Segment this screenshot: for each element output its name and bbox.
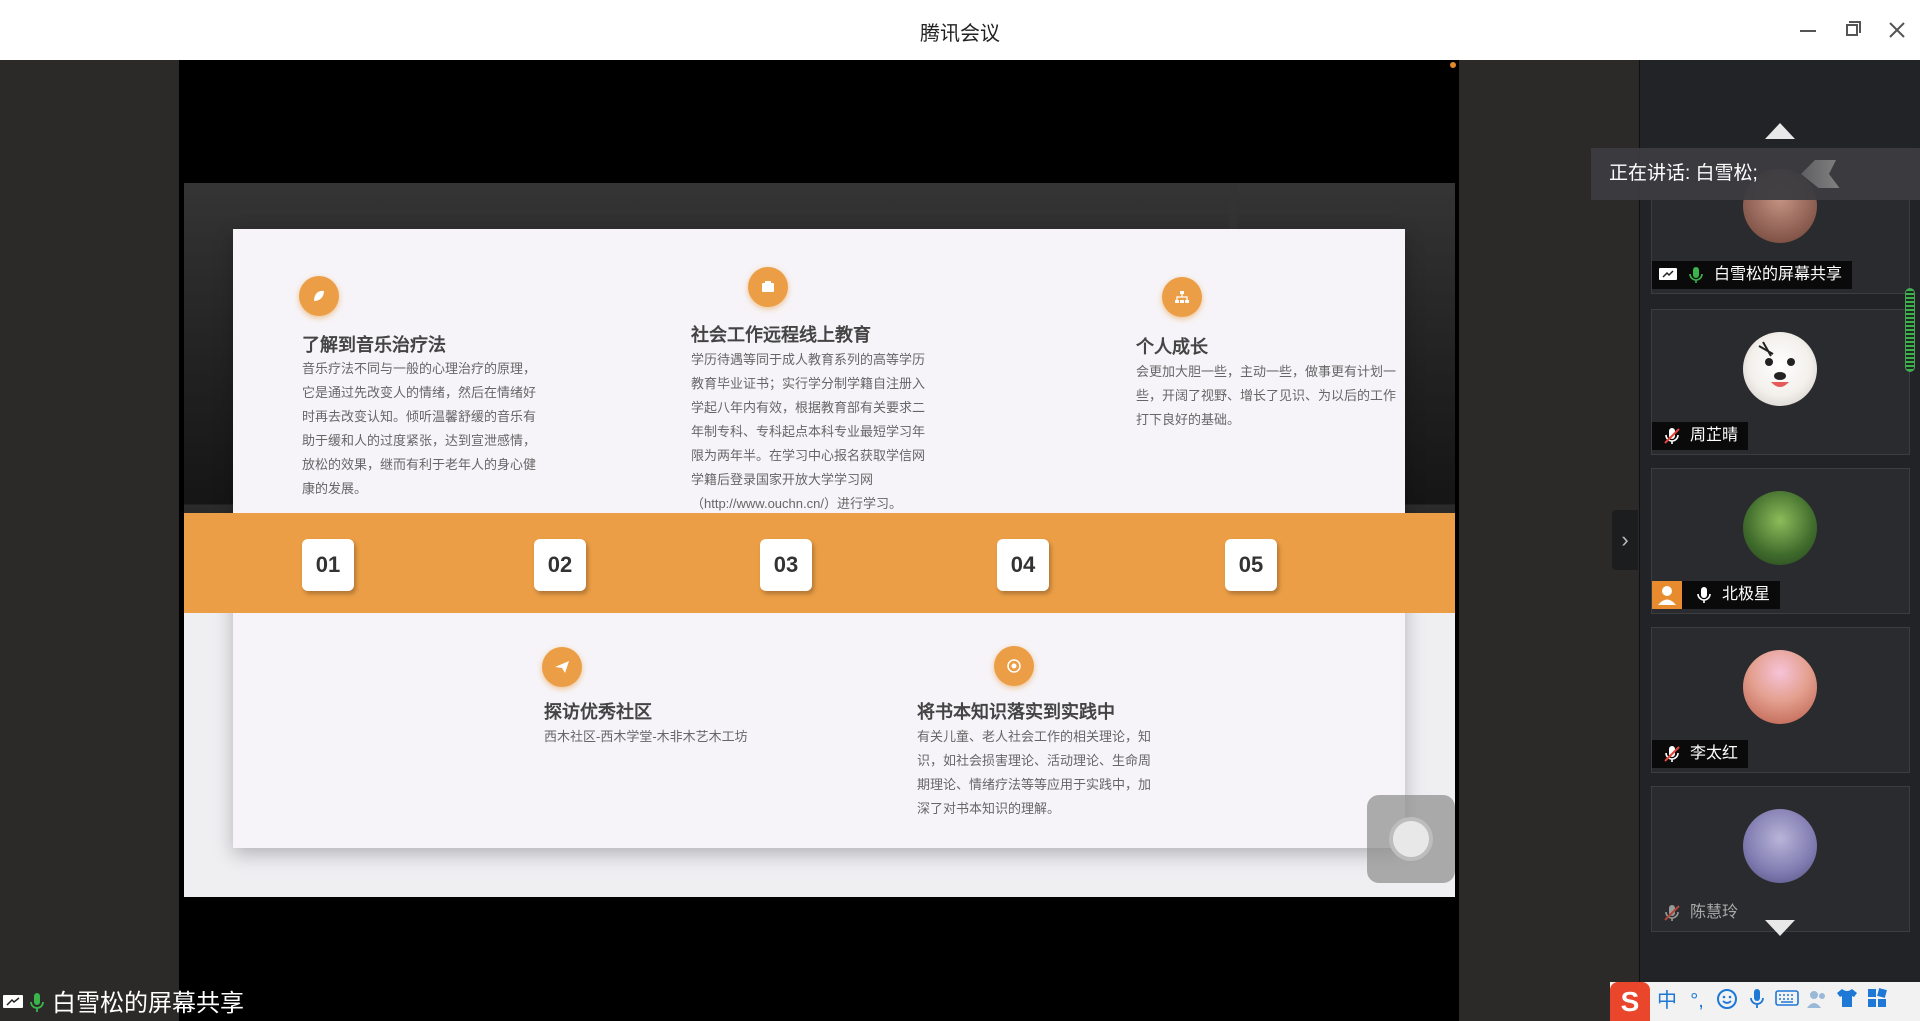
participant-name-bar: 陈慧玲 bbox=[1652, 899, 1748, 927]
participant-name: 北极星 bbox=[1722, 586, 1771, 603]
section-5-body: 有关儿童、老人社会工作的相关理论，知识，如社会损害理论、活动理论、生命周期理论、… bbox=[917, 729, 1152, 816]
timeline-number-01: 01 bbox=[302, 539, 354, 591]
participant-name: 李太红 bbox=[1690, 745, 1739, 762]
participant-tile[interactable]: 陈慧玲 bbox=[1651, 786, 1910, 932]
skin-shirt-icon[interactable] bbox=[1834, 988, 1860, 1014]
voice-input-icon[interactable] bbox=[1744, 988, 1770, 1014]
title-bar: 腾讯会议 bbox=[0, 0, 1920, 60]
sharing-status: 白雪松的屏幕共享 bbox=[0, 986, 244, 1021]
scroll-down-arrow-icon[interactable] bbox=[1765, 920, 1795, 936]
slide-background-tower bbox=[1229, 183, 1237, 233]
participant-tile[interactable]: 李太红 bbox=[1651, 627, 1910, 773]
activity-dot bbox=[1450, 62, 1456, 68]
participant-tile[interactable]: 北极星 bbox=[1651, 468, 1910, 614]
restore-icon bbox=[1846, 24, 1858, 36]
ime-logo[interactable]: S bbox=[1610, 982, 1650, 1021]
share-left-gutter bbox=[0, 60, 179, 1021]
speaking-decoration bbox=[1801, 160, 1840, 188]
section-2-body: 学历待遇等同于成人教育系列的高等学历教育毕业证书；实行学分制学籍自注册入学起八年… bbox=[691, 352, 926, 511]
keyboard-icon[interactable] bbox=[1774, 988, 1800, 1014]
chevron-right-icon: › bbox=[1621, 527, 1629, 552]
mic-muted-icon bbox=[1664, 905, 1680, 921]
avatar bbox=[1743, 650, 1817, 724]
avatar bbox=[1743, 809, 1817, 883]
participant-name: 周芷晴 bbox=[1690, 427, 1739, 444]
section-3-title: 个人成长 bbox=[1136, 337, 1208, 357]
timeline-number-04: 04 bbox=[997, 539, 1049, 591]
section-4-title: 探访优秀社区 bbox=[544, 702, 652, 722]
participant-name: 陈慧玲 bbox=[1690, 904, 1739, 921]
timeline-number-02: 02 bbox=[534, 539, 586, 591]
timeline-number-05: 05 bbox=[1225, 539, 1277, 591]
section-1-body: 音乐疗法不同与一般的心理治疗的原理，它是通过先改变人的情绪，然后在情绪好时再去改… bbox=[302, 361, 537, 496]
participant-name: 白雪松的屏幕共享 bbox=[1714, 266, 1843, 283]
mic-on-icon bbox=[30, 993, 44, 1012]
floating-assist-ring-icon bbox=[1389, 817, 1433, 861]
window-title: 腾讯会议 bbox=[920, 23, 1000, 45]
section-2-title: 社会工作远程线上教育 bbox=[691, 325, 871, 345]
emoji-icon[interactable] bbox=[1714, 988, 1740, 1014]
section-4-body: 西木社区-西木学堂-木非木艺木工坊 bbox=[544, 729, 748, 744]
presentation-slide: 了解到音乐治疗法 音乐疗法不同与一般的心理治疗的原理，它是通过先改变人的情绪，然… bbox=[184, 183, 1455, 897]
sharing-label: 白雪松的屏幕共享 bbox=[52, 990, 244, 1017]
participant-name-bar: 白雪松的屏幕共享 bbox=[1652, 261, 1853, 289]
section-1-title: 了解到音乐治疗法 bbox=[302, 335, 446, 355]
ime-toolbar: S 中 °, bbox=[1610, 982, 1920, 1021]
participant-name-bar: 北极星 bbox=[1652, 581, 1781, 609]
mic-on-icon bbox=[1697, 587, 1711, 603]
mic-on-icon bbox=[1689, 267, 1703, 283]
section-5-title: 将书本知识落实到实践中 bbox=[917, 702, 1115, 722]
screen-share-icon bbox=[1659, 268, 1677, 280]
speaking-indicator: 正在讲话: 白雪松; bbox=[1591, 148, 1920, 200]
mic-muted-icon bbox=[1664, 428, 1680, 444]
collapse-panel-button[interactable]: › bbox=[1612, 510, 1638, 570]
mic-muted-icon bbox=[1664, 746, 1680, 762]
certificate-icon bbox=[748, 267, 788, 307]
scroll-up-arrow-icon[interactable] bbox=[1765, 123, 1795, 139]
screen-share-icon bbox=[3, 995, 23, 1008]
avatar bbox=[1743, 491, 1817, 565]
person-icon bbox=[1652, 581, 1682, 609]
close-button[interactable] bbox=[1882, 15, 1912, 45]
participant-name-bar: 周芷晴 bbox=[1652, 422, 1749, 450]
participant-tile[interactable]: 周芷晴 bbox=[1651, 309, 1910, 455]
toolbox-grid-icon[interactable] bbox=[1864, 988, 1890, 1014]
target-icon bbox=[994, 646, 1034, 686]
participant-name-bar: 李太红 bbox=[1652, 740, 1749, 768]
ime-lang-toggle[interactable]: 中 bbox=[1654, 988, 1680, 1014]
panel-scrollbar[interactable] bbox=[1905, 288, 1915, 372]
timeline-number-03: 03 bbox=[760, 539, 812, 591]
user-group-icon[interactable] bbox=[1804, 988, 1830, 1014]
paper-plane-icon bbox=[542, 647, 582, 687]
ime-punct-toggle[interactable]: °, bbox=[1684, 988, 1710, 1014]
avatar bbox=[1743, 332, 1817, 406]
floating-assist-button[interactable] bbox=[1367, 795, 1455, 883]
speaking-label: 正在讲话: 白雪松; bbox=[1609, 163, 1758, 184]
minimize-icon bbox=[1800, 30, 1816, 32]
close-icon bbox=[1889, 22, 1905, 38]
minimize-button[interactable] bbox=[1792, 15, 1822, 45]
section-3-body: 会更加大胆一些，主动一些，做事更有计划一些，开阔了视野、增长了见识、为以后的工作… bbox=[1136, 364, 1397, 427]
leaf-icon bbox=[299, 276, 339, 316]
dog-avatar-illustration bbox=[1758, 341, 1795, 387]
maximize-button[interactable] bbox=[1837, 15, 1867, 45]
org-chart-icon bbox=[1162, 277, 1202, 317]
